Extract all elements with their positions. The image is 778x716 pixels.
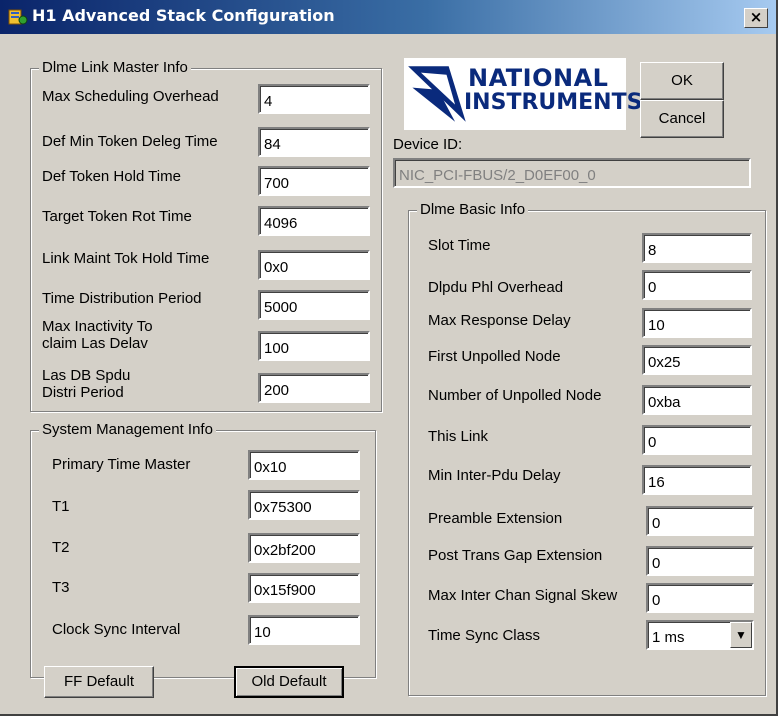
def-token-hold-time-field[interactable]: 700 xyxy=(258,166,370,196)
number-of-unpolled-node-field[interactable]: 0xba xyxy=(642,385,752,415)
post-trans-gap-extension-field[interactable]: 0 xyxy=(646,546,754,576)
number-of-unpolled-node-label: Number of Unpolled Node xyxy=(428,387,602,404)
device-id-field: NIC_PCI-FBUS/2_D0EF00_0 xyxy=(393,158,751,188)
primary-time-master-field[interactable]: 0x10 xyxy=(248,450,360,480)
def-min-token-deleg-time-label: Def Min Token Deleg Time xyxy=(42,133,218,150)
dlme-link-master-legend: Dlme Link Master Info xyxy=(39,59,191,76)
slot-time-label: Slot Time xyxy=(428,237,491,254)
max-response-delay-field[interactable]: 10 xyxy=(642,308,752,338)
dlpdu-phl-overhead-label: Dlpdu Phl Overhead xyxy=(428,279,564,296)
this-link-field[interactable]: 0 xyxy=(642,425,752,455)
max-response-delay-label: Max Response Delay xyxy=(428,312,571,329)
las-db-spdu-label-line1: Las DB Spdu xyxy=(42,367,131,384)
ok-button[interactable]: OK xyxy=(640,62,724,100)
window-title: H1 Advanced Stack Configuration xyxy=(32,6,335,25)
old-default-button[interactable]: Old Default xyxy=(234,666,344,698)
t1-label: T1 xyxy=(52,498,70,515)
target-token-rot-time-label: Target Token Rot Time xyxy=(42,208,192,225)
time-distribution-period-field[interactable]: 5000 xyxy=(258,290,370,320)
dlpdu-phl-overhead-field[interactable]: 0 xyxy=(642,270,752,300)
max-inactivity-label-line2: claim Las Delav xyxy=(42,335,148,352)
ni-logo: NATIONAL INSTRUMENTS xyxy=(404,58,642,130)
min-inter-pdu-delay-label: Min Inter-Pdu Delay xyxy=(428,467,561,484)
system-management-legend: System Management Info xyxy=(39,421,216,438)
max-inter-chan-signal-skew-field[interactable]: 0 xyxy=(646,583,754,613)
post-trans-gap-extension-label: Post Trans Gap Extension xyxy=(428,547,603,564)
t2-field[interactable]: 0x2bf200 xyxy=(248,533,360,563)
time-distribution-period-label: Time Distribution Period xyxy=(42,290,202,307)
clock-sync-interval-label: Clock Sync Interval xyxy=(52,621,181,638)
max-scheduling-overhead-field[interactable]: 4 xyxy=(258,84,370,114)
target-token-rot-time-field[interactable]: 4096 xyxy=(258,206,370,236)
time-sync-class-label: Time Sync Class xyxy=(428,627,540,644)
max-inter-chan-signal-skew-label: Max Inter Chan Signal Skew xyxy=(428,587,618,604)
first-unpolled-node-label: First Unpolled Node xyxy=(428,348,561,365)
t2-label: T2 xyxy=(52,539,70,556)
logo-text-line1: NATIONAL xyxy=(468,64,609,92)
eagle-logo-icon xyxy=(408,66,466,122)
title-bar[interactable]: H1 Advanced Stack Configuration × xyxy=(0,0,776,34)
cancel-button[interactable]: Cancel xyxy=(640,100,724,138)
close-button[interactable]: × xyxy=(744,8,768,28)
preamble-extension-label: Preamble Extension xyxy=(428,510,563,527)
primary-time-master-label: Primary Time Master xyxy=(52,456,191,473)
ff-default-button[interactable]: FF Default xyxy=(44,666,154,698)
dialog-window: H1 Advanced Stack Configuration × Dlme L… xyxy=(0,0,778,716)
las-db-spdu-label-line2: Distri Period xyxy=(42,384,124,401)
max-inactivity-field[interactable]: 100 xyxy=(258,331,370,361)
min-inter-pdu-delay-field[interactable]: 16 xyxy=(642,465,752,495)
slot-time-field[interactable]: 8 xyxy=(642,233,752,263)
first-unpolled-node-field[interactable]: 0x25 xyxy=(642,345,752,375)
max-inactivity-label-line1: Max Inactivity To xyxy=(42,318,153,335)
link-maint-tok-hold-time-field[interactable]: 0x0 xyxy=(258,250,370,280)
time-sync-class-value: 1 ms xyxy=(652,629,685,646)
max-scheduling-overhead-label: Max Scheduling Overhead xyxy=(42,88,219,105)
las-db-spdu-field[interactable]: 200 xyxy=(258,373,370,403)
device-id-label: Device ID: xyxy=(393,136,463,153)
logo-text-line2: INSTRUMENTS xyxy=(464,90,643,115)
t3-field[interactable]: 0x15f900 xyxy=(248,573,360,603)
dlme-basic-legend: Dlme Basic Info xyxy=(417,201,529,218)
t1-field[interactable]: 0x75300 xyxy=(248,490,360,520)
clock-sync-interval-field[interactable]: 10 xyxy=(248,615,360,645)
def-token-hold-time-label: Def Token Hold Time xyxy=(42,168,181,185)
t3-label: T3 xyxy=(52,579,70,596)
link-maint-tok-hold-time-label: Link Maint Tok Hold Time xyxy=(42,250,210,267)
def-min-token-deleg-time-field[interactable]: 84 xyxy=(258,127,370,157)
app-icon xyxy=(8,9,28,25)
this-link-label: This Link xyxy=(428,428,489,445)
time-sync-class-select[interactable]: 1 ms ▼ xyxy=(646,620,754,650)
chevron-down-icon[interactable]: ▼ xyxy=(730,622,752,648)
preamble-extension-field[interactable]: 0 xyxy=(646,506,754,536)
